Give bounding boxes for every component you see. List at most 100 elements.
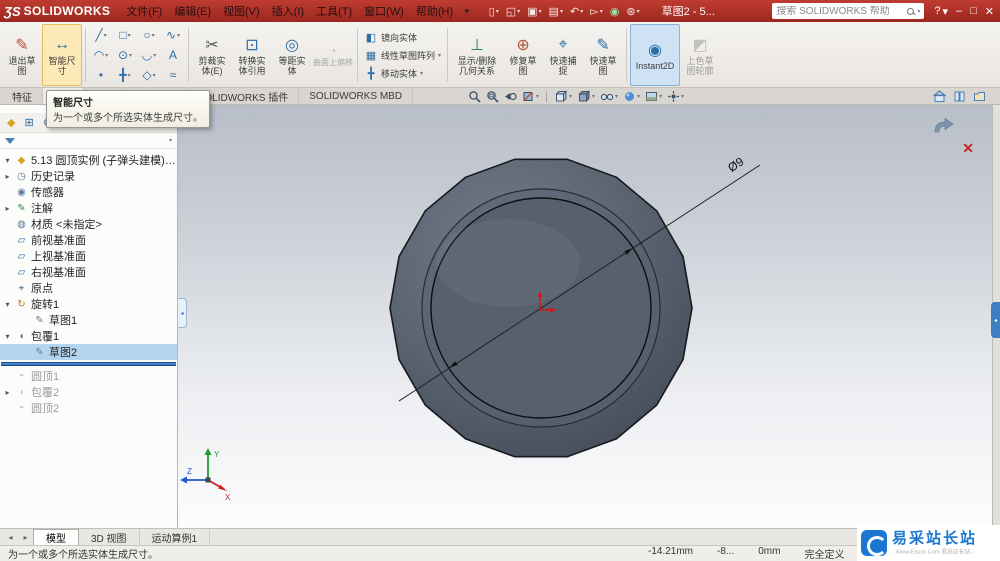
zoom-fit-icon[interactable] [468,90,481,103]
feature-manager-tab-icon[interactable]: ◆ [7,116,15,129]
help-button[interactable]: ? [934,5,940,17]
help-dropdown-icon[interactable]: ▾ [942,5,948,18]
tab-scroll-left-icon[interactable]: ◂ [3,529,18,545]
solidworks-resources-icon[interactable] [933,90,946,103]
circle-tool[interactable]: ○ ▾ [137,25,161,45]
move-entities-button[interactable]: ╋ 移动实体 ▾ [364,65,441,82]
convert-entities-button[interactable]: ⊡ 转换实 体引用 [232,24,272,86]
search-input[interactable] [776,5,905,17]
search-dropdown-icon[interactable]: ▾ [917,8,920,15]
menu-help[interactable]: 帮助(H) [410,0,459,22]
tree-item-sketch1[interactable]: ✎ 草图1 [0,312,177,328]
print-button[interactable]: ▤ ▾ [549,5,563,18]
tree-item-wrap1[interactable]: ▾ ◖ 包覆1 [0,328,177,344]
centerline-tool[interactable]: ╋ ▾ [113,65,137,85]
instant2d-button[interactable]: ◉ Instant2D [630,24,681,86]
menu-window[interactable]: 窗口(W) [358,0,410,22]
caret-icon[interactable]: ▸ [3,388,12,397]
tab-scroll-right-icon[interactable]: ▸ [18,529,33,545]
view-settings-icon[interactable]: ▾ [667,90,684,103]
tree-item-history[interactable]: ▸ ◷ 历史记录 [0,168,177,184]
mirror-entities-button[interactable]: ◧ 镜向实体 [364,29,441,46]
fillet-tool[interactable]: ◡ ▾ [137,45,161,65]
search-icon[interactable] [907,7,915,15]
sketch-line-tool[interactable]: ╱ ▾ [89,25,113,45]
filter-dropdown-icon[interactable]: ▾ [169,137,172,144]
arc-tool[interactable]: ◠ ▾ [89,45,113,65]
corner-rectangle-tool[interactable]: □ ▾ [113,25,137,45]
caret-icon[interactable]: ▾ [3,300,12,309]
edit-appearance-icon[interactable]: ▾ [623,90,640,103]
file-explorer-icon[interactable] [973,90,986,103]
model-canvas[interactable]: Ø9 Y Z X [178,105,992,528]
rapid-sketch-button[interactable]: ✎ 快速草图 [583,24,623,86]
pin-menu-icon[interactable]: ✦ [463,6,471,17]
previous-view-icon[interactable] [504,90,517,103]
tree-item-sketch2[interactable]: ✎ 草图2 [0,344,177,360]
rollback-bar[interactable] [1,362,176,366]
exit-sketch-button[interactable]: ✎ 退出草图 [2,24,42,86]
text-tool[interactable]: A [161,45,185,65]
tree-item-part-root[interactable]: ▾ ◆ 5.13 圆顶实例 (子弹头建模) (默认<<默认>... [0,152,177,168]
tree-item-right-plane[interactable]: ▱ 右视基准面 [0,264,177,280]
tab-features[interactable]: 特征 [2,88,43,104]
polygon-tool[interactable]: ◇ ▾ [137,65,161,85]
tree-item-origin[interactable]: ⌖ 原点 [0,280,177,296]
slot-tool[interactable]: ⊙ ▾ [113,45,137,65]
quick-snaps-button[interactable]: ⌖ 快速捕捉 [543,24,583,86]
tab-motion-study[interactable]: 运动算例1 [140,529,211,545]
tree-item-dome1[interactable]: ◓ 圆顶1 [0,368,177,384]
zoom-area-icon[interactable] [486,90,499,103]
spline-tool[interactable]: ∿ ▾ [161,25,185,45]
tree-item-top-plane[interactable]: ▱ 上视基准面 [0,248,177,264]
tree-item-wrap2[interactable]: ▸ ◖ 包覆2 [0,384,177,400]
cancel-sketch-icon[interactable]: ✕ [962,140,974,157]
trim-entities-button[interactable]: ✂ 剪裁实 体(E) [192,24,232,86]
repair-sketch-button[interactable]: ⊕ 修复草图 [503,24,543,86]
shaded-sketch-contours-button[interactable]: ◩ 上色草 图轮廓 [680,24,720,86]
caret-icon[interactable]: ▸ [3,172,12,181]
tab-model[interactable]: 模型 [33,529,79,545]
tree-item-annotations[interactable]: ▸ ✎ 注解 [0,200,177,216]
filter-funnel-icon[interactable] [5,137,15,144]
undo-button[interactable]: ↶ ▾ [570,5,583,18]
tree-item-revolve1[interactable]: ▾ ↻ 旋转1 [0,296,177,312]
tree-item-dome2[interactable]: ◓ 圆顶2 [0,400,177,416]
display-style-icon[interactable]: ▾ [577,90,595,103]
offset-entities-button[interactable]: ◎ 等距实体 [272,24,312,86]
graphics-viewport[interactable]: Ø9 Y Z X ✕ [178,105,992,528]
tree-item-material[interactable]: ◍ 材质 <未指定> [0,216,177,232]
caret-icon[interactable]: ▸ [3,204,12,213]
property-manager-tab-icon[interactable]: ⊞ [24,116,33,129]
point-tool[interactable]: • [89,65,113,85]
design-library-icon[interactable] [953,90,966,103]
caret-icon[interactable]: ▾ [3,332,12,341]
view-orientation-icon[interactable]: ▾ [554,90,572,103]
menu-view[interactable]: 视图(V) [217,0,266,22]
offset-on-surface-button[interactable]: ◔ 曲面上偏移 [312,24,354,86]
menu-tools[interactable]: 工具(T) [310,0,358,22]
select-button[interactable]: ▻ ▾ [590,5,602,18]
tab-3d-views[interactable]: 3D 视图 [79,529,140,545]
close-button[interactable]: ✕ [985,5,994,18]
maximize-button[interactable]: □ [970,5,977,17]
options-button[interactable]: ⊛ ▾ [626,5,639,18]
task-pane-flyout-handle[interactable]: ◂ [991,302,1000,338]
exit-sketch-confirm-icon[interactable] [932,117,956,137]
rebuild-button[interactable]: ◉ [610,5,620,18]
minimize-button[interactable]: – [956,5,962,17]
dimension-label[interactable]: Ø9 [725,154,746,175]
menu-edit[interactable]: 编辑(E) [168,0,217,22]
tab-solidworks-mbd[interactable]: SOLIDWORKS MBD [299,88,414,104]
open-button[interactable]: ◱ ▾ [506,5,520,18]
hide-show-items-icon[interactable]: ▾ [600,90,618,103]
save-button[interactable]: ▣ ▾ [527,5,541,18]
menu-file[interactable]: 文件(F) [120,0,168,22]
caret-icon[interactable]: ▾ [3,156,12,165]
ellipse-tool[interactable]: ≈ [161,65,185,85]
section-view-icon[interactable]: ▾ [522,90,539,103]
smart-dimension-button[interactable]: ↔ 智能尺寸 [42,24,82,86]
new-document-button[interactable]: ▯ ▾ [489,5,499,18]
menu-insert[interactable]: 插入(I) [266,0,310,22]
linear-sketch-pattern-button[interactable]: ▦ 线性草图阵列 ▾ [364,47,441,64]
